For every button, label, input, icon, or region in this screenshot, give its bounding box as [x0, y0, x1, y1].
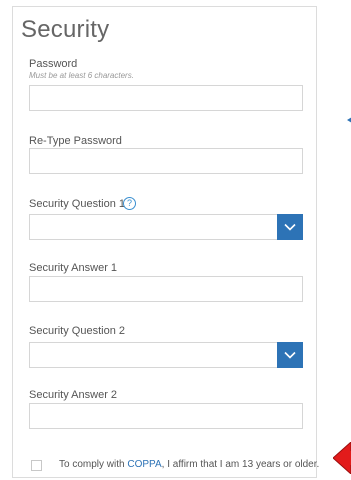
- dropdown-button[interactable]: [277, 342, 303, 368]
- security-answer-2-input[interactable]: [29, 403, 303, 429]
- security-question-2-select[interactable]: [29, 342, 303, 368]
- security-question-2-label: Security Question 2: [29, 325, 125, 337]
- password-input[interactable]: [29, 85, 303, 111]
- coppa-statement: To comply with COPPA, I affirm that I am…: [59, 459, 319, 470]
- security-question-1-select[interactable]: [29, 214, 303, 240]
- coppa-checkbox[interactable]: [31, 460, 42, 471]
- security-answer-1-label: Security Answer 1: [29, 262, 118, 274]
- section-title: Security: [21, 16, 110, 43]
- red-arrow-icon: [333, 442, 351, 474]
- dropdown-button[interactable]: [277, 214, 303, 240]
- retype-password-label: Re-Type Password: [29, 135, 122, 147]
- security-answer-2-label: Security Answer 2: [29, 389, 118, 401]
- password-hint: Must be at least 6 characters.: [29, 71, 134, 80]
- coppa-link[interactable]: COPPA: [127, 459, 161, 470]
- security-question-1-label: Security Question 1: [29, 198, 125, 210]
- question-circle-icon[interactable]: ?: [123, 197, 136, 210]
- coppa-suffix: , I affirm that I am 13 years or older.: [161, 459, 320, 470]
- security-answer-1-input[interactable]: [29, 276, 303, 302]
- coppa-prefix: To comply with: [59, 459, 128, 470]
- blue-pointer-icon: [347, 117, 351, 123]
- security-panel: Security Password Must be at least 6 cha…: [12, 6, 319, 478]
- password-label: Password: [29, 58, 78, 70]
- chevron-down-icon: [284, 351, 296, 359]
- retype-password-input[interactable]: [29, 148, 303, 174]
- chevron-down-icon: [284, 223, 296, 231]
